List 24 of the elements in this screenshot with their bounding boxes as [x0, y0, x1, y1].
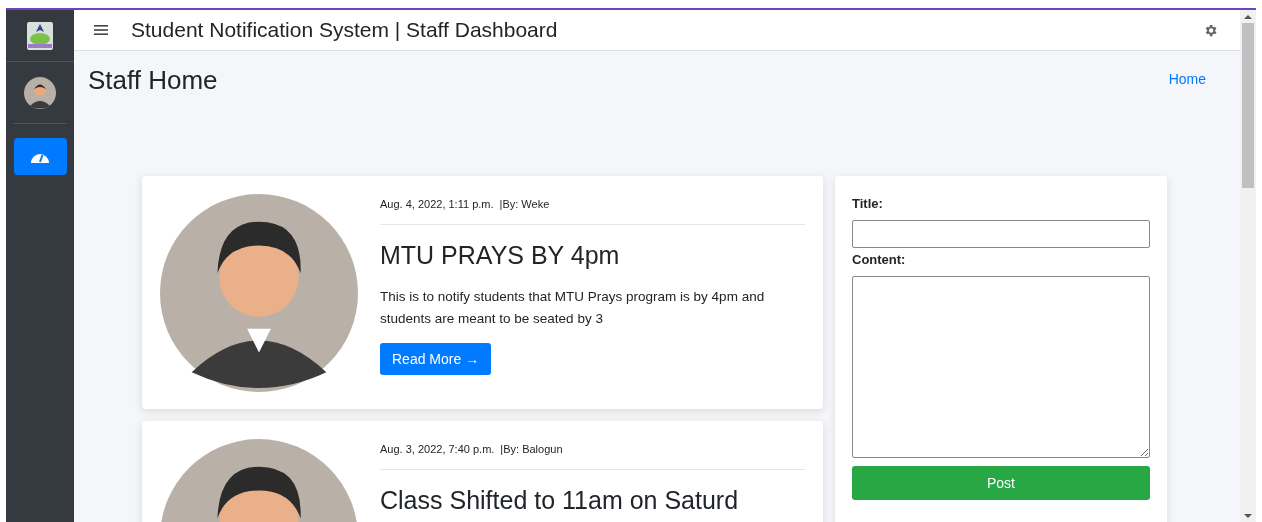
page-title: Staff Home [88, 65, 218, 96]
dashboard-nav-item[interactable] [13, 138, 67, 175]
app-title: Student Notification System | Staff Dashboard [131, 18, 559, 42]
menu-icon[interactable] [94, 24, 108, 36]
post-body: This is to notify students that MTU Prays program is by 4pm and students are meant to be seated by 3 [380, 288, 766, 328]
post-button[interactable]: Post [852, 466, 1150, 500]
read-more-button[interactable]: Read More → [380, 343, 492, 375]
user-avatar-icon[interactable] [24, 76, 56, 109]
crest-logo-icon[interactable] [24, 19, 56, 52]
scroll-down-icon[interactable] [1244, 514, 1252, 518]
post-date: Aug. 4, 2022, 1:11 p.m. [380, 198, 494, 210]
post-title: Class Shifted to 11am on Saturd [380, 486, 740, 515]
post-date: Aug. 3, 2022, 7:40 p.m. [380, 443, 495, 455]
post-author: |By: Weke [499, 198, 550, 210]
title-label: Title: [852, 196, 884, 211]
post-author: |By: Balogun [500, 443, 563, 455]
title-input[interactable] [852, 220, 1150, 248]
scroll-thumb[interactable] [1242, 23, 1254, 188]
settings-icon[interactable] [1203, 22, 1218, 38]
breadcrumb-link[interactable]: Home [1168, 71, 1206, 87]
scrollbar[interactable] [1240, 10, 1256, 522]
content-label: Content: [852, 252, 907, 267]
scroll-up-icon[interactable] [1244, 15, 1252, 19]
post-title: MTU PRAYS BY 4pm [380, 241, 621, 270]
